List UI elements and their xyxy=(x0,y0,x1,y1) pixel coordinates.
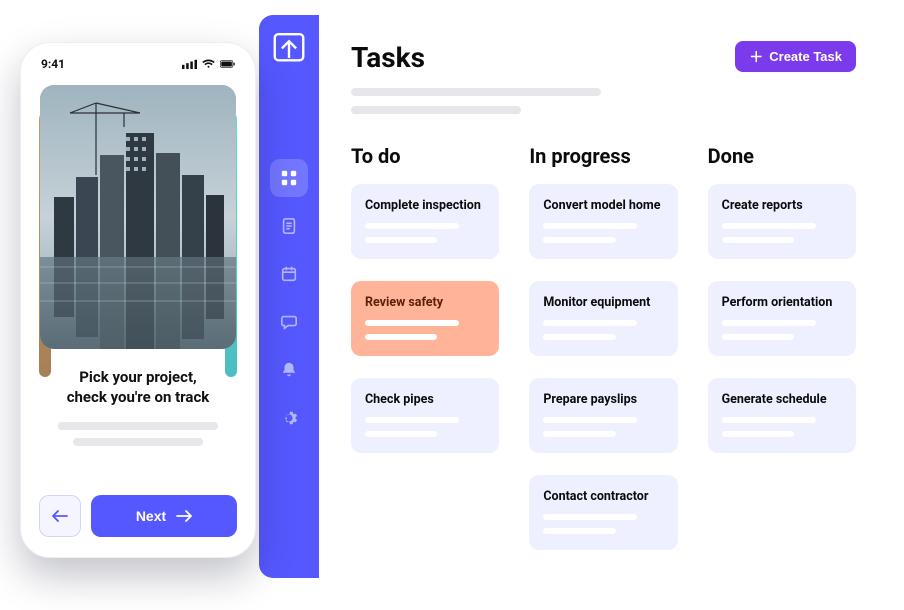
onboarding-subtitle-placeholder xyxy=(49,422,227,446)
onboarding-title-l2: check you're on track xyxy=(67,388,210,406)
task-card-placeholder xyxy=(722,320,842,340)
task-card[interactable]: Convert model home xyxy=(529,184,677,259)
column-title: To do xyxy=(351,144,499,168)
wifi-icon xyxy=(201,59,216,69)
skyline-illustration xyxy=(40,85,236,349)
task-card-placeholder xyxy=(722,223,842,243)
dashboard-main: Tasks ＋ Create Task To do Complete inspec… xyxy=(319,15,884,578)
task-card-placeholder xyxy=(365,223,485,243)
task-card-title: Create reports xyxy=(722,198,842,213)
task-card-title: Perform orientation xyxy=(722,295,842,310)
kanban-column: In progress Convert model home Monitor equ… xyxy=(529,144,677,572)
status-bar: 9:41 xyxy=(21,43,255,79)
nav-chat-icon[interactable] xyxy=(280,313,298,331)
onboarding-title: Pick your project, check you're on track xyxy=(49,367,227,408)
task-dashboard: Tasks ＋ Create Task To do Complete inspec… xyxy=(259,15,884,578)
column-title: In progress xyxy=(529,144,677,168)
task-card-placeholder xyxy=(722,417,842,437)
task-card-title: Generate schedule xyxy=(722,392,842,407)
onboarding-text: Pick your project, check you're on track xyxy=(21,367,255,446)
page-title: Tasks xyxy=(351,41,601,74)
nav-calendar-icon[interactable] xyxy=(280,265,298,283)
app-logo-icon xyxy=(270,27,308,65)
plus-icon: ＋ xyxy=(749,50,763,64)
task-card-title: Prepare payslips xyxy=(543,392,663,407)
side-rail xyxy=(259,15,319,578)
nav-docs-icon[interactable] xyxy=(280,217,298,235)
status-icons xyxy=(182,59,235,69)
task-card-title: Complete inspection xyxy=(365,198,485,213)
create-task-button[interactable]: ＋ Create Task xyxy=(735,41,856,72)
task-card-placeholder xyxy=(543,223,663,243)
task-card-title: Convert model home xyxy=(543,198,663,213)
task-card-placeholder xyxy=(365,320,485,340)
task-card-placeholder xyxy=(543,514,663,534)
task-card-placeholder xyxy=(543,417,663,437)
task-card[interactable]: Perform orientation xyxy=(708,281,856,356)
task-card[interactable]: Contact contractor xyxy=(529,475,677,550)
task-card[interactable]: Monitor equipment xyxy=(529,281,677,356)
nav-dashboard-icon[interactable] xyxy=(280,169,298,187)
kanban-column: To do Complete inspection Review safety Che… xyxy=(351,144,499,572)
task-card[interactable]: Complete inspection xyxy=(351,184,499,259)
dashboard-header: Tasks ＋ Create Task xyxy=(351,41,856,114)
column-title: Done xyxy=(708,144,856,168)
onboarding-photo[interactable] xyxy=(40,85,236,349)
page-subtitle-placeholder xyxy=(351,88,601,114)
task-card-title: Contact contractor xyxy=(543,489,663,504)
status-time: 9:41 xyxy=(41,57,65,71)
back-button[interactable] xyxy=(39,495,81,537)
task-card-title: Monitor equipment xyxy=(543,295,663,310)
task-card[interactable]: Review safety xyxy=(351,281,499,356)
signal-icon xyxy=(182,59,197,69)
task-card-title: Check pipes xyxy=(365,392,485,407)
task-card-placeholder xyxy=(543,320,663,340)
arrow-left-icon xyxy=(52,510,68,522)
arrow-right-icon xyxy=(176,510,192,522)
kanban-column: Done Create reports Perform orientation Gen… xyxy=(708,144,856,572)
task-card-placeholder xyxy=(365,417,485,437)
next-label: Next xyxy=(136,508,166,524)
onboarding-buttons: Next xyxy=(39,495,237,537)
battery-icon xyxy=(220,59,235,69)
task-card[interactable]: Generate schedule xyxy=(708,378,856,453)
onboarding-title-l1: Pick your project, xyxy=(79,368,196,386)
task-card[interactable]: Check pipes xyxy=(351,378,499,453)
create-task-label: Create Task xyxy=(769,49,842,64)
task-card-title: Review safety xyxy=(365,295,485,310)
next-button[interactable]: Next xyxy=(91,495,237,537)
nav-bell-icon[interactable] xyxy=(280,361,298,379)
task-card[interactable]: Prepare payslips xyxy=(529,378,677,453)
kanban-board: To do Complete inspection Review safety Che… xyxy=(351,144,856,572)
nav-settings-icon[interactable] xyxy=(280,409,298,427)
phone-mockup: 9:41 xyxy=(20,42,256,558)
task-card[interactable]: Create reports xyxy=(708,184,856,259)
